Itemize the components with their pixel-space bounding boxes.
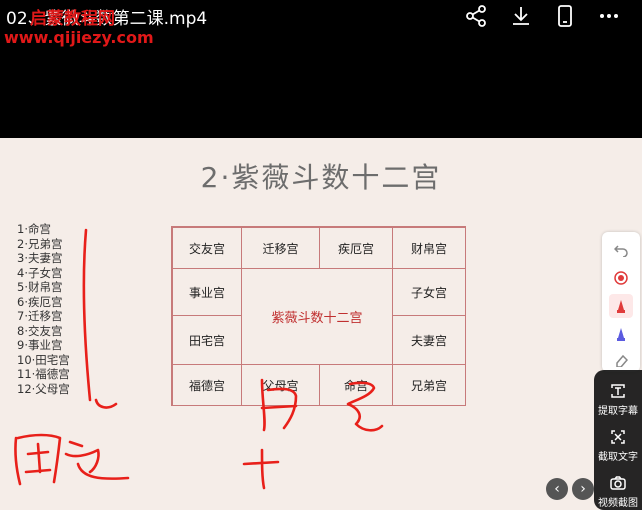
palace-cell: 命宫 [319,364,393,406]
next-slide-button[interactable]: › [572,478,594,500]
more-icon[interactable] [597,4,621,28]
list-item: 10·田宅宫 [17,352,70,367]
record-icon[interactable] [609,266,633,290]
list-item: 9·事业宫 [17,338,63,352]
palace-cell: 夫妻宫 [392,315,466,365]
pen-blue-icon[interactable] [609,322,633,346]
palace-center-label: 紫薇斗数十二宫 [241,268,393,365]
list-item: 2·兄弟宫 [17,236,63,251]
crop-text-icon [611,430,625,444]
list-item: 8·交友宫 [17,323,63,338]
slide-content: 2·紫薇斗数十二宫 1·命宫 2·兄弟宫 3·夫妻宫 4·子女宫 5·财帛宫 6… [0,138,642,510]
list-item: 7·迁移宫 [17,309,63,323]
share-icon[interactable] [464,4,488,28]
eraser-icon[interactable] [609,348,633,372]
list-item: 5·财帛宫 [17,280,63,294]
previous-slide-button[interactable]: ‹ [546,478,568,500]
list-item: 6·疾厄宫 [17,294,63,309]
palace-cell: 兄弟宫 [392,364,466,406]
text-extract-icon [611,384,625,398]
palace-cell: 迁移宫 [241,227,320,269]
list-item: 12·父母宫 [17,381,70,396]
side-item-label: 截取文字 [598,452,638,463]
palace-cell: 财帛宫 [392,227,466,269]
phone-icon[interactable] [553,4,577,28]
list-item: 3·夫妻宫 [17,251,63,265]
undo-icon[interactable] [609,238,633,262]
palace-cell: 田宅宫 [172,315,242,365]
extract-subtitles-button[interactable]: 提取字幕 [594,382,642,417]
slide-title: 2·紫薇斗数十二宫 [200,161,442,194]
palace-cell: 疾厄宫 [319,227,393,269]
watermark-site-name: 启蒙教程网 [30,9,115,29]
camera-icon [610,476,626,490]
crop-text-button[interactable]: 截取文字 [594,428,642,463]
palace-cell: 福德宫 [172,364,242,406]
download-icon[interactable] [509,4,533,28]
video-top-bar: 02、紫微斗数第二课.mp4 启蒙教程网 www.qijiezy.com [0,0,642,138]
palace-cell: 事业宫 [172,268,242,316]
list-item: 1·命宫 [17,222,51,236]
palace-list: 1·命宫 2·兄弟宫 3·夫妻宫 4·子女宫 5·财帛宫 6·疾厄宫 7·迁移宫… [17,222,70,396]
video-tools-panel: 提取字幕 截取文字 视频截图 [594,370,642,510]
list-item: 11·福德宫 [17,367,70,381]
annotation-toolbar [602,232,640,372]
palace-cell: 交友宫 [172,227,242,269]
watermark-url: www.qijiezy.com [4,28,154,47]
side-item-label: 视频截图 [598,498,638,509]
twelve-palace-grid: 交友宫 迁移宫 疾厄宫 财帛宫 事业宫 田宅宫 子女宫 夫妻宫 紫薇斗数十二宫 … [171,226,466,406]
video-screenshot-button[interactable]: 视频截图 [594,474,642,509]
pen-red-icon[interactable] [609,294,633,318]
palace-cell: 子女宫 [392,268,466,316]
side-item-label: 提取字幕 [598,406,638,417]
list-item: 4·子女宫 [17,265,63,280]
palace-cell: 父母宫 [241,364,320,406]
